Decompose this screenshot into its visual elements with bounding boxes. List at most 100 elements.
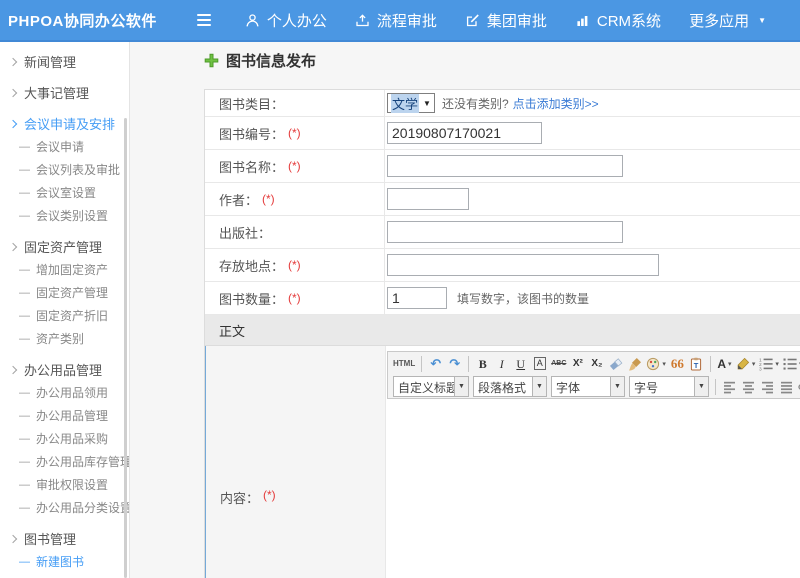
hamburger-icon [197,14,211,16]
toolbar-separator [715,379,716,395]
toolbar-separator [421,356,422,372]
book-name-label: 图书名称： [219,157,284,176]
ordered-list-button[interactable]: 123▾ [758,354,780,373]
italic-button[interactable]: I [493,354,510,373]
sidebar-item-label: 会议室设置 [36,184,96,201]
nav-item-label: 更多应用 [689,10,749,31]
location-input[interactable] [387,254,659,276]
author-input[interactable] [387,188,469,210]
sidebar-item-会议申请[interactable]: —会议申请 [0,135,129,158]
category-select[interactable]: 文学 ▼ [387,93,435,113]
nav-personal-office[interactable]: 个人办公 [231,0,341,40]
sidebar-item-图书管理[interactable]: —图书管理 [0,573,129,578]
dash-bullet: — [19,479,30,491]
subscript-button[interactable]: X₂ [588,354,605,373]
underline-button[interactable]: U [512,354,529,373]
font-size-select[interactable]: 字号▼ [629,376,709,397]
chevron-down-icon: ▼ [758,16,766,25]
top-menu: 个人办公流程审批集团审批CRM系统更多应用 ▼ [231,0,780,40]
auto-typeset-button[interactable]: ▾ [645,354,667,373]
editor-content-area[interactable] [388,398,800,399]
align-right-button[interactable] [759,377,776,396]
redo-button[interactable]: ↷ [446,354,463,373]
sidebar-scrollbar[interactable] [124,118,127,578]
align-center-button[interactable] [740,377,757,396]
sidebar-item-办公用品管理[interactable]: 办公用品管理 [0,358,129,381]
remove-format-button[interactable] [607,354,624,373]
sidebar-item-办公用品领用[interactable]: —办公用品领用 [0,381,129,404]
sidebar-item-办公用品采购[interactable]: —办公用品采购 [0,427,129,450]
sidebar-item-固定资产折旧[interactable]: —固定资产折旧 [0,304,129,327]
superscript-button[interactable]: X² [569,354,586,373]
sidebar-item-新闻管理[interactable]: 新闻管理 [0,50,129,73]
align-left-button[interactable] [721,377,738,396]
dash-bullet: — [19,433,30,445]
sidebar-item-办公用品库存管理[interactable]: —办公用品库存管理 [0,450,129,473]
select-value: 字体 [552,377,610,396]
sidebar-item-label: 固定资产管理 [24,237,102,256]
dash-bullet: — [19,287,30,299]
sidebar-item-会议申请及安排[interactable]: 会议申请及安排 [0,112,129,135]
sidebar-item-资产类别[interactable]: — 资产类别 [0,327,129,350]
sidebar-item-固定资产管理[interactable]: 固定资产管理 [0,235,129,258]
chevron-right-icon [9,534,17,542]
highlight-color-button[interactable]: ▾ [735,354,757,373]
font-color-button[interactable]: A▾ [716,354,733,373]
edit-icon [465,13,480,28]
sidebar-item-固定资产管理[interactable]: —固定资产管理 [0,281,129,304]
sidebar-item-图书管理[interactable]: 图书管理 [0,527,129,550]
book-number-input[interactable] [387,122,542,144]
book-name-input[interactable] [387,155,623,177]
quantity-input[interactable] [387,287,447,309]
sidebar-item-审批权限设置[interactable]: —审批权限设置 [0,473,129,496]
sidebar-item-label: 增加固定资产 [36,261,108,278]
align-right-icon [761,380,774,394]
justify-button[interactable] [778,377,795,396]
dash-bullet: — [19,210,30,222]
publisher-input[interactable] [387,221,623,243]
nav-item-label: 个人办公 [267,10,327,31]
undo-button[interactable]: ↶ [427,354,444,373]
bold-button[interactable]: B [474,354,491,373]
heading-select[interactable]: 自定义标题▼ [393,376,469,397]
sidebar-item-大事记管理[interactable]: 大事记管理 [0,81,129,104]
bullet-list-button[interactable]: ▾ [782,354,800,373]
nav-crm-system[interactable]: CRM系统 [561,0,675,40]
sidebar-item-会议列表及审批[interactable]: —会议列表及审批 [0,158,129,181]
dash-bullet: — [19,187,30,199]
nav-more-apps[interactable]: 更多应用 ▼ [675,0,780,40]
required-mark: (*) [288,126,301,140]
sidebar-item-办公用品管理[interactable]: —办公用品管理 [0,404,129,427]
font-family-select[interactable]: 字体▼ [551,376,625,397]
palette-icon [646,357,660,371]
chart-icon [575,13,590,28]
sidebar-item-label: 资产类别 [36,330,84,347]
paragraph-format-select[interactable]: 段落格式▼ [473,376,547,397]
chevron-down-icon: ▾ [662,360,666,368]
required-mark: (*) [288,291,301,305]
sidebar-item-会议室设置[interactable]: — 会议室设置 [0,181,129,204]
format-brush-button[interactable] [626,354,643,373]
sidebar-item-label: 新建图书 [36,553,84,570]
char-border-button[interactable]: A [531,354,548,373]
select-value: 字号 [630,377,694,396]
dash-bullet: — [19,310,30,322]
dash-bullet: — [19,556,30,568]
menu-toggle-button[interactable] [193,10,215,30]
dash-bullet: — [19,264,30,276]
strikethrough-button[interactable]: ABC [550,354,567,373]
dash-bullet: — [19,333,30,345]
nav-group-approval[interactable]: 集团审批 [451,0,561,40]
sidebar-item-新建图书[interactable]: — 新建图书 [0,550,129,573]
sidebar-item-增加固定资产[interactable]: — 增加固定资产 [0,258,129,281]
blockquote-button[interactable]: 66 [669,354,686,373]
row-category: 图书类目： 文学 ▼ 还没有类别? 点击添加类别>> [205,90,800,117]
sidebar-item-会议类别设置[interactable]: —会议类别设置 [0,204,129,227]
category-label: 图书类目： [205,90,385,116]
add-category-link[interactable]: 点击添加类别>> [513,95,599,112]
source-code-button[interactable]: HTML [392,354,416,373]
nav-workflow-approval[interactable]: 流程审批 [341,0,451,40]
paste-text-button[interactable]: T [688,354,705,373]
sidebar-item-办公用品分类设置[interactable]: —办公用品分类设置 [0,496,129,519]
category-selected-value: 文学 [391,94,419,113]
